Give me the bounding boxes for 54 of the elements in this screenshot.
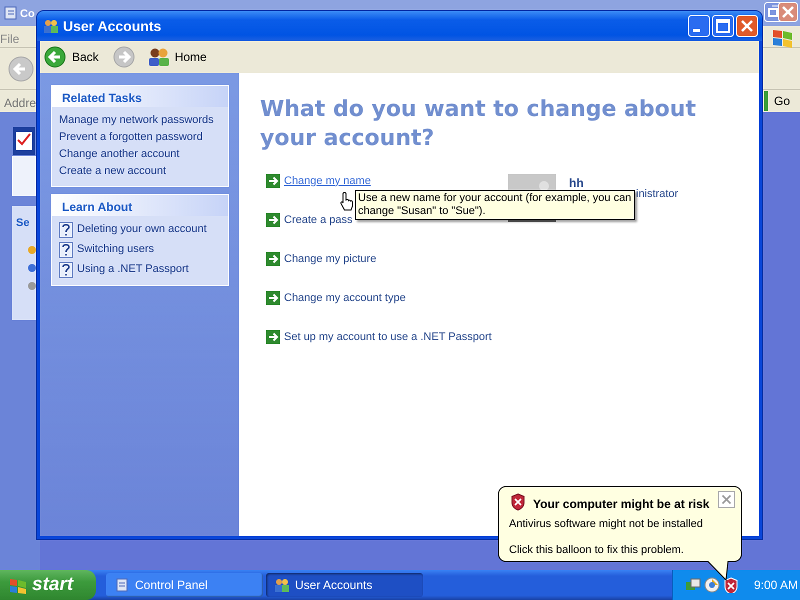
balloon-title: Your computer might be at risk bbox=[533, 496, 710, 513]
maximize-icon[interactable] bbox=[712, 15, 734, 37]
checklist-icon bbox=[12, 126, 36, 156]
pane-box bbox=[12, 156, 36, 196]
help-icon bbox=[59, 242, 73, 258]
task-link[interactable]: Manage my network passwords bbox=[59, 112, 228, 128]
window-title: User Accounts bbox=[63, 16, 162, 36]
task-link[interactable]: Change another account bbox=[59, 146, 228, 162]
arrow-icon bbox=[266, 330, 280, 344]
control-panel-icon bbox=[114, 577, 130, 593]
pane-heading: Se bbox=[16, 216, 30, 231]
balloon-text: Click this balloon to fix this problem. bbox=[509, 543, 684, 558]
tooltip: Use a new name for your account (for example, you can change "Susan" to "Sue"). bbox=[355, 190, 635, 220]
account-name: hh bbox=[569, 175, 584, 192]
arrow-icon bbox=[266, 291, 280, 305]
address-label: Addre bbox=[4, 95, 36, 112]
balloon-text: Antivirus software might not be installed bbox=[509, 517, 703, 532]
back-button[interactable]: Back bbox=[44, 46, 103, 68]
taskbar-button[interactable]: User Accounts bbox=[266, 573, 423, 597]
hand-cursor-icon bbox=[340, 191, 354, 211]
panel-heading: Learn About bbox=[52, 195, 228, 216]
shield-icon bbox=[723, 577, 739, 593]
help-link[interactable]: Using a .NET Passport bbox=[59, 261, 228, 278]
task-link[interactable]: Create a pass bbox=[266, 212, 352, 228]
close-icon[interactable] bbox=[718, 491, 735, 508]
account-type: inistrator bbox=[636, 187, 678, 202]
task-link[interactable]: Set up my account to use a .NET Passport bbox=[266, 329, 492, 345]
taskbar-button[interactable]: Control Panel bbox=[106, 573, 263, 597]
users-icon bbox=[274, 577, 290, 593]
control-panel-icon bbox=[3, 5, 19, 21]
task-link[interactable]: Change my account type bbox=[266, 290, 406, 306]
users-icon bbox=[43, 18, 59, 34]
clock: 9:00 AM bbox=[754, 577, 798, 594]
windows-logo-icon bbox=[9, 576, 27, 594]
help-link[interactable]: Deleting your own account bbox=[59, 221, 228, 238]
arrow-icon bbox=[266, 213, 280, 227]
arrow-icon bbox=[266, 252, 280, 266]
home-button[interactable]: Home bbox=[146, 47, 207, 67]
network-icon bbox=[685, 577, 701, 593]
security-center-icon bbox=[704, 577, 720, 593]
window-title: Co bbox=[20, 7, 35, 22]
minimize-icon[interactable] bbox=[688, 15, 710, 37]
task-link[interactable]: Change my name bbox=[266, 173, 371, 189]
page-heading: What do you want to change about your account? bbox=[260, 96, 697, 153]
arrow-icon bbox=[266, 174, 280, 188]
help-icon bbox=[59, 262, 73, 278]
task-link[interactable]: Prevent a forgotten password bbox=[59, 129, 228, 145]
users-icon bbox=[146, 47, 171, 67]
help-icon bbox=[59, 222, 73, 238]
task-link[interactable]: Create a new account bbox=[59, 163, 228, 179]
help-link[interactable]: Switching users bbox=[59, 241, 228, 258]
panel-heading: Related Tasks bbox=[52, 86, 228, 107]
task-link[interactable]: Change my picture bbox=[266, 251, 376, 267]
start-button[interactable]: start bbox=[0, 570, 96, 600]
